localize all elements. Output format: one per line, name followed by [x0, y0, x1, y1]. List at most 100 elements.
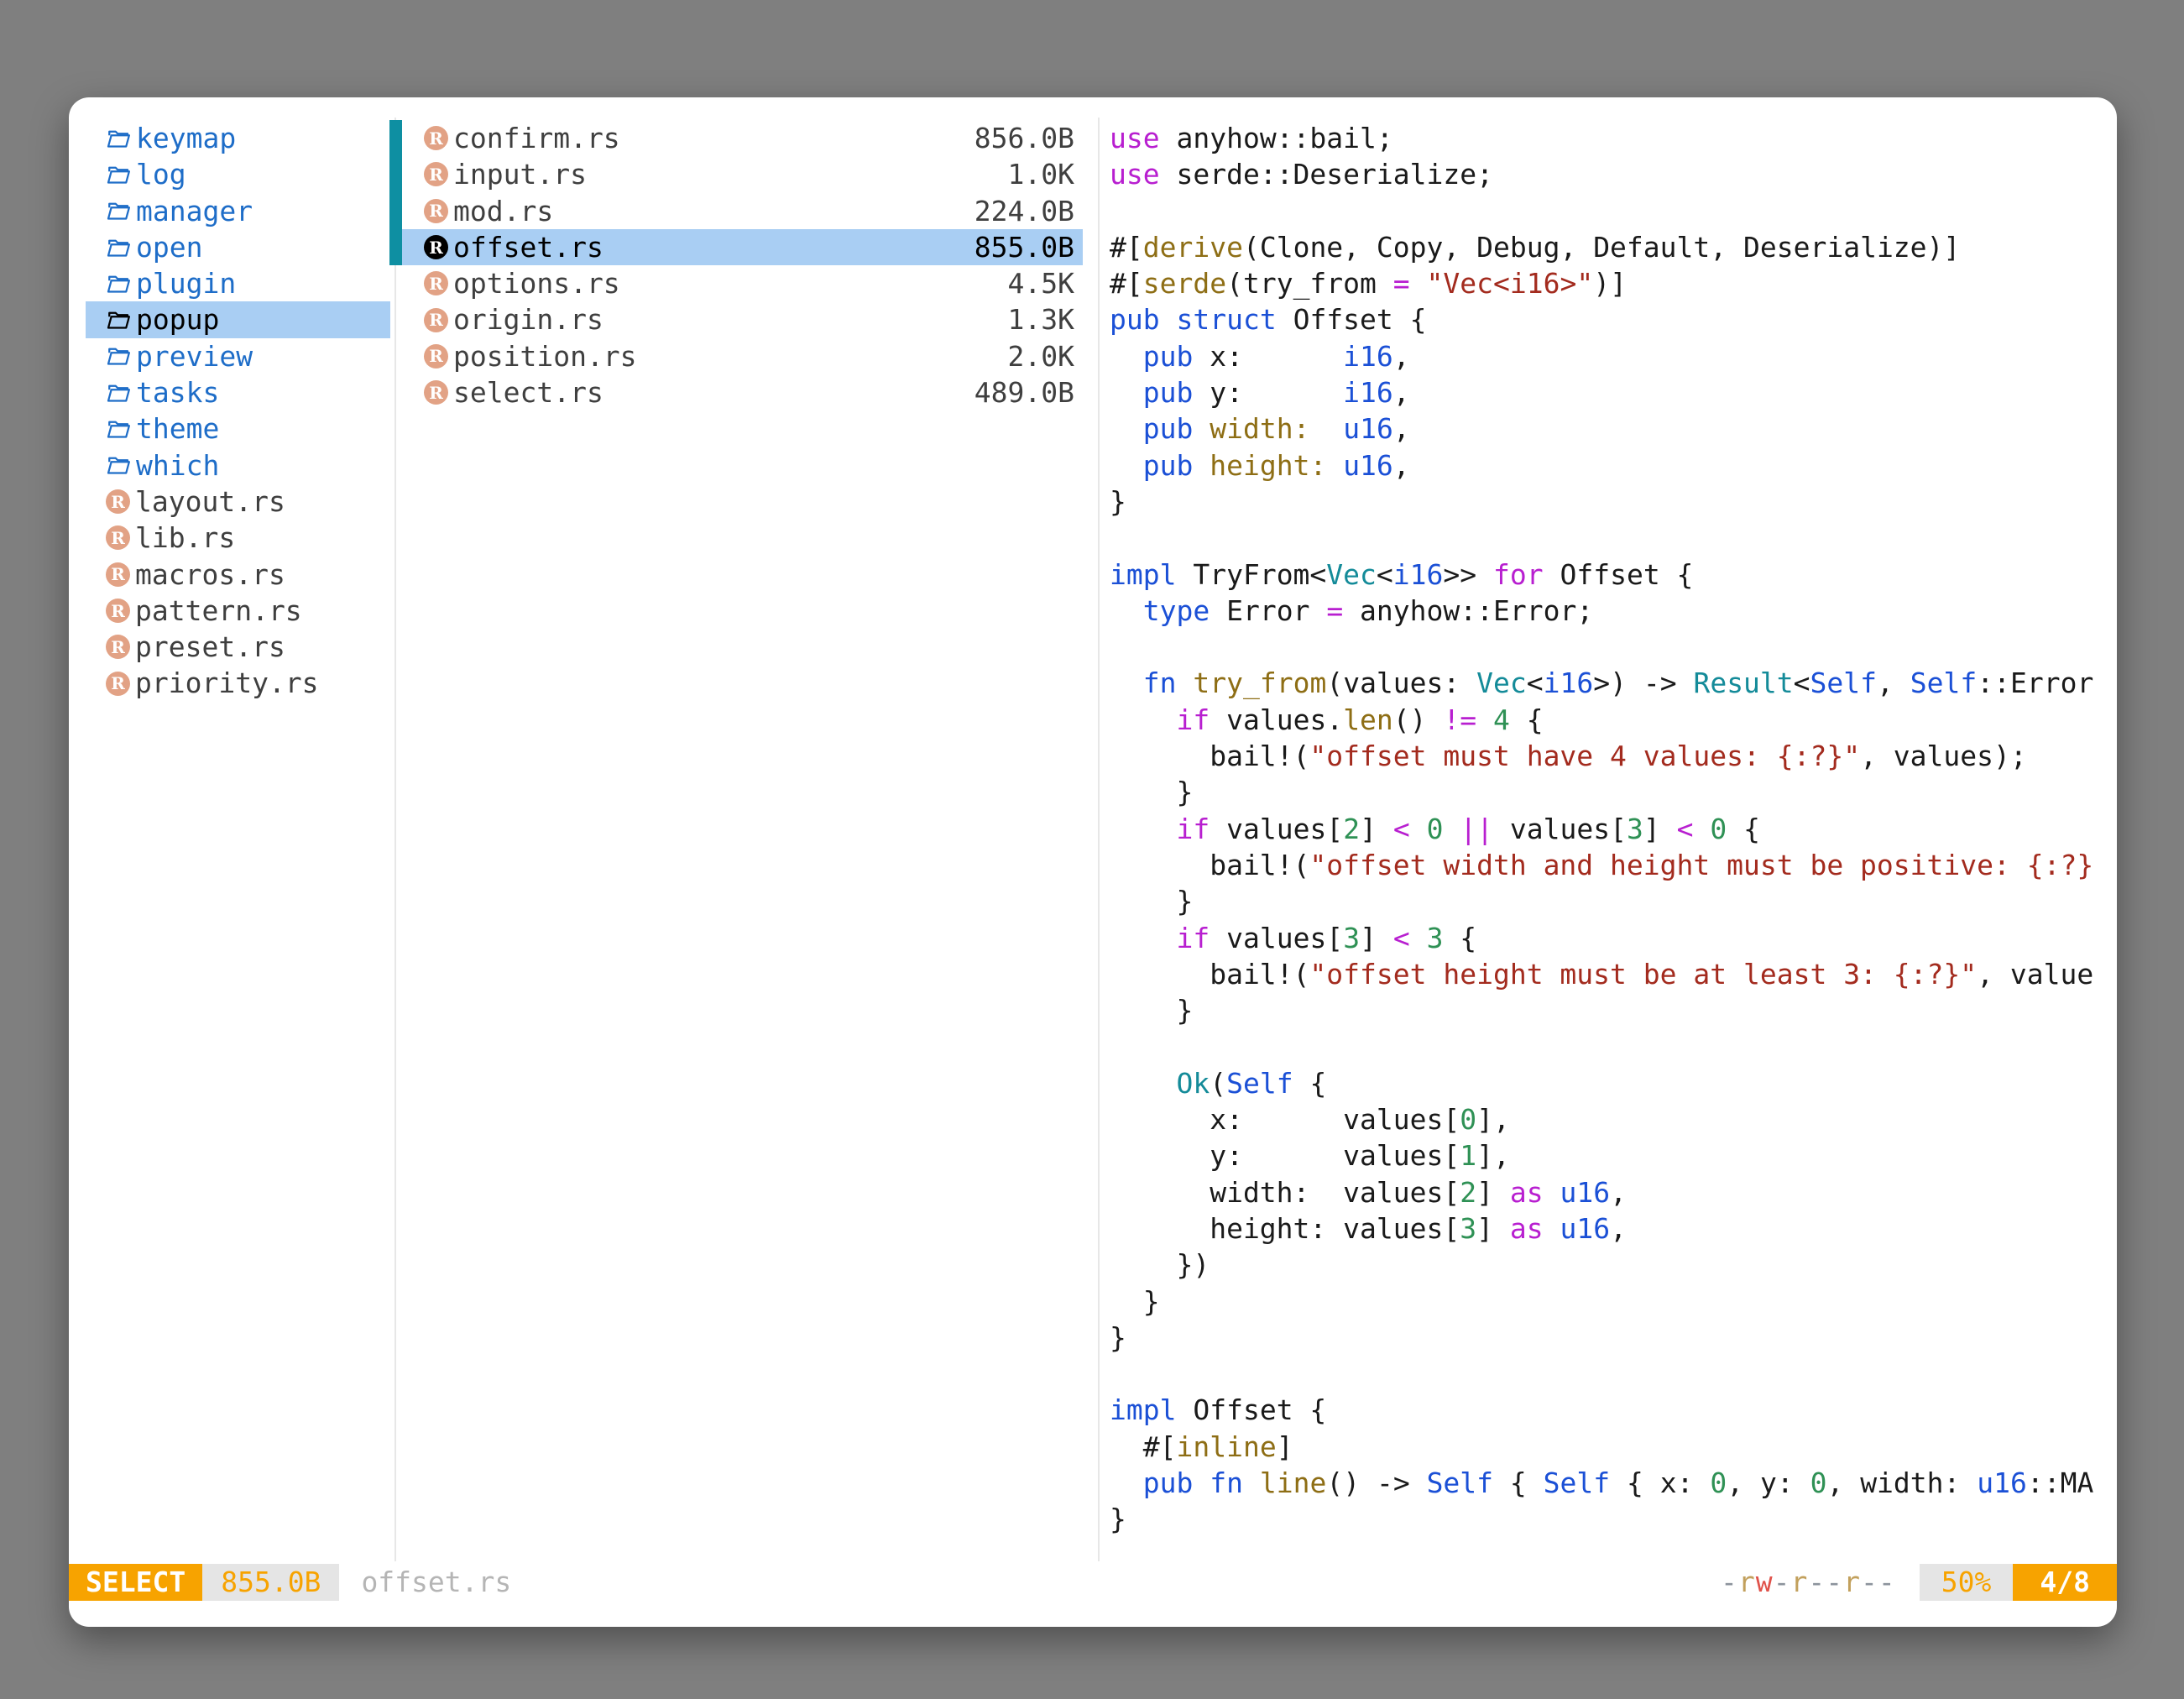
code-line: }: [1110, 774, 2117, 810]
entry-label: priority.rs: [135, 665, 319, 701]
file-name: offset.rs: [453, 229, 603, 265]
sidebar-file-layout-rs[interactable]: Rlayout.rs: [86, 484, 390, 520]
file-name: mod.rs: [453, 193, 553, 229]
entry-label: log: [136, 156, 186, 192]
scrollbar-indicator[interactable]: [389, 120, 402, 265]
rust-file-icon: R: [106, 562, 130, 587]
sidebar-folder-popup[interactable]: popup: [86, 301, 390, 337]
code-line: type Error = anyhow::Error;: [1110, 593, 2117, 629]
rust-file-icon: R: [424, 308, 448, 332]
code-line: Ok(Self {: [1110, 1065, 2117, 1101]
sidebar-folder-tasks[interactable]: tasks: [86, 374, 390, 410]
code-line: [1110, 1356, 2117, 1392]
sidebar-folder-log[interactable]: log: [86, 156, 390, 192]
code-line: }): [1110, 1247, 2117, 1283]
code-line: }: [1110, 484, 2117, 520]
file-row-confirm-rs[interactable]: Rconfirm.rs856.0B: [402, 120, 1083, 156]
rust-file-icon: R: [106, 672, 130, 696]
file-row-mod-rs[interactable]: Rmod.rs224.0B: [402, 193, 1083, 229]
code-line: }: [1110, 1320, 2117, 1356]
file-name: options.rs: [453, 265, 620, 301]
code-line: pub struct Offset {: [1110, 301, 2117, 337]
code-line: bail!("offset must have 4 values: {:?}",…: [1110, 738, 2117, 774]
file-size: 856.0B: [974, 120, 1074, 156]
rust-file-icon: R: [424, 380, 448, 405]
rust-file-icon: R: [424, 126, 448, 150]
entry-label: open: [136, 229, 202, 265]
permissions-text: -rw-r--r--: [1721, 1564, 1896, 1601]
sidebar-folder-which[interactable]: which: [86, 447, 390, 484]
sidebar-folder-theme[interactable]: theme: [86, 410, 390, 447]
rust-file-icon: R: [424, 162, 448, 186]
file-preview-pane: use anyhow::bail;use serde::Deserialize;…: [1110, 120, 2117, 1560]
folder-open-icon: [106, 416, 131, 442]
code-line: use anyhow::bail;: [1110, 120, 2117, 156]
file-name: origin.rs: [453, 301, 603, 337]
code-line: if values.len() != 4 {: [1110, 702, 2117, 738]
sidebar-folder-plugin[interactable]: plugin: [86, 265, 390, 301]
code-line: }: [1110, 992, 2117, 1028]
sidebar-file-preset-rs[interactable]: Rpreset.rs: [86, 629, 390, 665]
entry-label: layout.rs: [135, 484, 285, 520]
code-line: bail!("offset width and height must be p…: [1110, 847, 2117, 883]
code-line: impl TryFrom<Vec<i16>> for Offset {: [1110, 557, 2117, 593]
file-row-position-rs[interactable]: Rposition.rs2.0K: [402, 338, 1083, 374]
entry-label: which: [136, 447, 219, 484]
code-line: if values[3] < 3 {: [1110, 920, 2117, 956]
entry-label: macros.rs: [135, 557, 285, 593]
code-line: pub x: i16,: [1110, 338, 2117, 374]
code-line: bail!("offset height must be at least 3:…: [1110, 956, 2117, 992]
folder-open-icon: [106, 307, 131, 332]
folder-open-icon: [106, 380, 131, 405]
code-line: pub height: u16,: [1110, 447, 2117, 484]
code-line: width: values[2] as u16,: [1110, 1174, 2117, 1210]
code-line: if values[2] < 0 || values[3] < 0 {: [1110, 811, 2117, 847]
sidebar-file-priority-rs[interactable]: Rpriority.rs: [86, 665, 390, 701]
entry-label: theme: [136, 410, 219, 447]
status-bar: SELECT 855.0B offset.rs -rw-r--r-- 50% 4…: [69, 1564, 2117, 1601]
code-line: [1110, 520, 2117, 556]
folder-open-icon: [106, 235, 131, 260]
code-line: #[derive(Clone, Copy, Debug, Default, De…: [1110, 229, 2117, 265]
file-size: 4.5K: [1008, 265, 1074, 301]
rust-file-icon: R: [424, 235, 448, 259]
file-size: 224.0B: [974, 193, 1074, 229]
code-line: impl Offset {: [1110, 1392, 2117, 1428]
code-line: pub fn line() -> Self { Self { x: 0, y: …: [1110, 1465, 2117, 1501]
sidebar-file-pattern-rs[interactable]: Rpattern.rs: [86, 593, 390, 629]
file-size: 489.0B: [974, 374, 1074, 410]
rust-file-icon: R: [424, 344, 448, 369]
file-row-input-rs[interactable]: Rinput.rs1.0K: [402, 156, 1083, 192]
sidebar-folder-manager[interactable]: manager: [86, 193, 390, 229]
sidebar-folder-keymap[interactable]: keymap: [86, 120, 390, 156]
code-line: y: values[1],: [1110, 1137, 2117, 1174]
entry-label: keymap: [136, 120, 236, 156]
code-line: [1110, 629, 2117, 665]
file-size: 855.0B: [974, 229, 1074, 265]
file-name: position.rs: [453, 338, 637, 374]
code-line: }: [1110, 1283, 2117, 1320]
code-line: }: [1110, 1501, 2117, 1537]
file-row-options-rs[interactable]: Roptions.rs4.5K: [402, 265, 1083, 301]
code-line: #[serde(try_from = "Vec<i16>")]: [1110, 265, 2117, 301]
status-filename: offset.rs: [361, 1564, 511, 1601]
pane-separator-right: [1098, 118, 1100, 1561]
file-row-select-rs[interactable]: Rselect.rs489.0B: [402, 374, 1083, 410]
file-row-origin-rs[interactable]: Rorigin.rs 1.3K: [402, 301, 1083, 337]
file-size: 1.3K: [1008, 301, 1074, 337]
rust-file-icon: R: [106, 489, 130, 514]
sidebar-folder-preview[interactable]: preview: [86, 338, 390, 374]
cursor-position-badge: 4/8: [2013, 1564, 2117, 1601]
entry-label: plugin: [136, 265, 236, 301]
code-line: x: values[0],: [1110, 1101, 2117, 1137]
yazi-window: keymaplogmanageropenpluginpopuppreviewta…: [69, 97, 2117, 1627]
sidebar-folder-open[interactable]: open: [86, 229, 390, 265]
sidebar-file-lib-rs[interactable]: Rlib.rs: [86, 520, 390, 556]
code-line: }: [1110, 883, 2117, 919]
parent-directory-pane: keymaplogmanageropenpluginpopuppreviewta…: [86, 120, 390, 702]
entry-label: preset.rs: [135, 629, 285, 665]
file-row-offset-rs[interactable]: Roffset.rs 855.0B: [402, 229, 1083, 265]
sidebar-file-macros-rs[interactable]: Rmacros.rs: [86, 557, 390, 593]
folder-open-icon: [106, 198, 131, 223]
rust-file-icon: R: [106, 525, 130, 550]
